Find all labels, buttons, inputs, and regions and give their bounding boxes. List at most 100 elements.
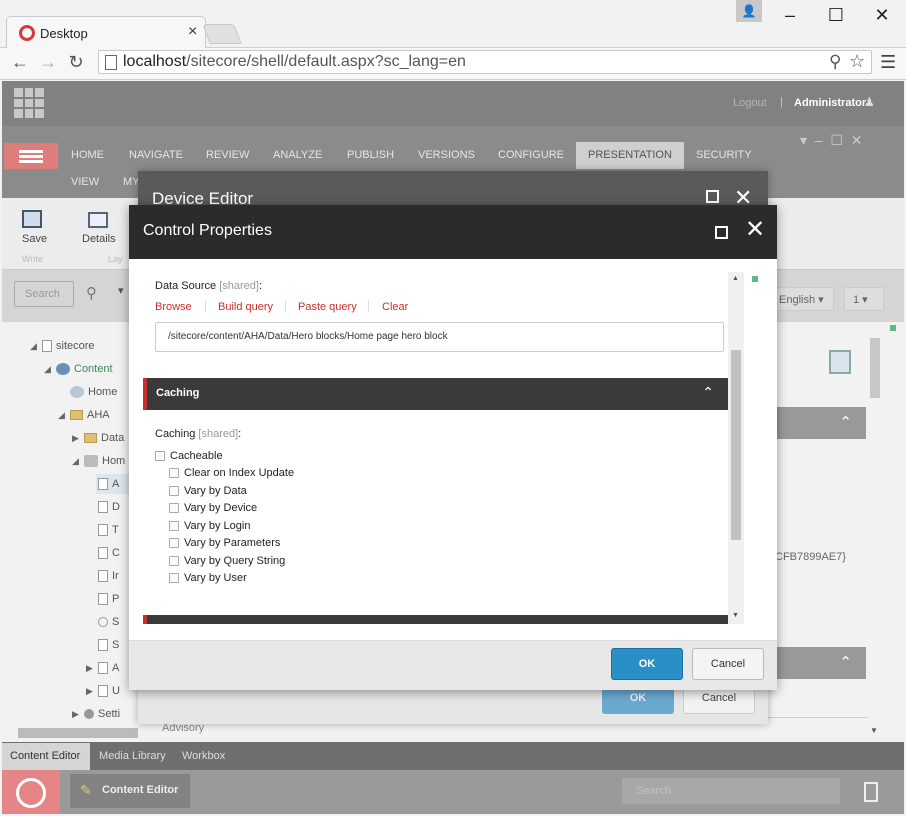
vary-by-login-label[interactable]: Vary by Login — [184, 520, 250, 532]
vary-by-user-checkbox[interactable] — [169, 573, 179, 583]
tree-horizontal-scrollbar[interactable] — [18, 728, 138, 738]
browser-menu-icon[interactable]: ☰ — [880, 52, 896, 73]
chevron-down-icon[interactable]: ▾ — [118, 284, 124, 297]
dialog-scrollbar-thumb[interactable] — [731, 350, 741, 540]
url-text: localhost/sitecore/shell/default.aspx?sc… — [123, 53, 466, 70]
new-tab-button[interactable] — [202, 24, 242, 44]
maximize-icon[interactable] — [715, 226, 728, 239]
tree-item[interactable]: Home — [58, 386, 117, 399]
clear-on-index-update-label[interactable]: Clear on Index Update — [184, 467, 294, 479]
tree-item[interactable]: S — [98, 616, 119, 628]
scroll-down-arrow[interactable]: ▼ — [732, 612, 739, 619]
tree-item[interactable]: ▶ A — [86, 662, 119, 675]
tab-home[interactable]: HOME — [71, 149, 104, 161]
tree-item[interactable]: P — [98, 593, 119, 606]
tab-publish[interactable]: PUBLISH — [347, 149, 394, 161]
tab-review[interactable]: REVIEW — [206, 149, 249, 161]
close-window-button[interactable]: ✕ — [862, 2, 902, 28]
cacheable-label[interactable]: Cacheable — [170, 450, 223, 462]
content-editor-taskbar-button[interactable]: ✎ Content Editor — [70, 774, 190, 808]
vary-by-parameters-checkbox[interactable] — [169, 538, 179, 548]
ok-button[interactable]: OK — [611, 648, 683, 680]
maximize-icon[interactable] — [706, 190, 719, 203]
scroll-up-arrow[interactable]: ▲ — [732, 275, 739, 282]
panel-window-controls[interactable]: ▾ ‒ ☐ ✕ — [800, 132, 862, 149]
next-section-header[interactable] — [143, 615, 728, 624]
tab-versions[interactable]: VERSIONS — [418, 149, 475, 161]
minimize-button[interactable]: – — [770, 2, 810, 28]
search-input[interactable]: Search — [14, 281, 74, 307]
language-select[interactable]: English ▾ — [774, 287, 834, 311]
vary-by-device-checkbox[interactable] — [169, 503, 179, 513]
bookmark-star-icon[interactable]: ☆ — [849, 51, 865, 72]
browse-link[interactable]: Browse — [155, 301, 192, 313]
zoom-icon[interactable]: ⚲ — [829, 52, 841, 72]
tab-presentation[interactable]: PRESENTATION — [576, 142, 684, 169]
tree-item[interactable]: ◢ Content — [44, 363, 113, 376]
tree-item[interactable]: ◢ sitecore — [30, 340, 95, 353]
link-separator — [368, 300, 369, 312]
sitecore-logo-icon[interactable] — [2, 770, 60, 814]
paste-query-link[interactable]: Paste query — [298, 301, 357, 313]
version-select[interactable]: 1 ▾ — [844, 287, 884, 311]
tab-configure[interactable]: CONFIGURE — [498, 149, 564, 161]
caching-section-header[interactable]: Caching ⌃ — [143, 378, 728, 410]
vary-by-parameters-label[interactable]: Vary by Parameters — [184, 537, 280, 549]
cancel-button[interactable]: Cancel — [692, 648, 764, 680]
taskbar-search-input[interactable]: Search — [622, 778, 840, 804]
save-icon[interactable] — [22, 210, 42, 228]
vary-by-device-label[interactable]: Vary by Device — [184, 502, 257, 514]
details-icon[interactable] — [88, 212, 108, 228]
tree-item[interactable]: ▶ Data — [72, 432, 124, 444]
clear-link[interactable]: Clear — [382, 301, 408, 313]
tree-item[interactable]: ◢ Hom — [72, 455, 125, 468]
tab-navigate[interactable]: NAVIGATE — [129, 149, 183, 161]
tree-item[interactable]: ◢ AHA — [58, 409, 110, 421]
save-button-label[interactable]: Save — [22, 233, 47, 245]
reload-icon[interactable]: ↻ — [64, 50, 88, 74]
details-button-label[interactable]: Details — [82, 233, 116, 245]
tree-item[interactable]: S — [98, 639, 119, 652]
editor-vertical-scrollbar[interactable] — [870, 338, 880, 398]
close-icon[interactable]: ✕ — [745, 218, 765, 242]
vary-by-data-checkbox[interactable] — [169, 486, 179, 496]
data-source-input[interactable]: /sitecore/content/AHA/Data/Hero blocks/H… — [155, 322, 724, 352]
vary-by-query-string-checkbox[interactable] — [169, 556, 179, 566]
vary-by-query-string-label[interactable]: Vary by Query String — [184, 555, 285, 567]
tab-close-icon[interactable]: × — [188, 23, 197, 41]
database-icon[interactable] — [864, 782, 878, 802]
tree-item[interactable]: T — [98, 524, 119, 537]
search-icon[interactable]: ⚲ — [86, 284, 97, 302]
launchpad-grid-icon[interactable] — [14, 88, 44, 118]
clear-on-index-update-checkbox[interactable] — [169, 468, 179, 478]
build-query-link[interactable]: Build query — [218, 301, 273, 313]
tab-media-library[interactable]: Media Library — [99, 750, 166, 762]
tree-item[interactable]: D — [98, 501, 120, 514]
tab-content-editor[interactable]: Content Editor — [2, 743, 90, 770]
section-bar[interactable]: ⌃ — [768, 647, 866, 679]
maximize-button[interactable]: ☐ — [816, 2, 856, 28]
hamburger-menu-icon[interactable] — [4, 143, 58, 169]
tree-item[interactable]: ▶ U — [86, 685, 120, 698]
tab-security[interactable]: SECURITY — [696, 149, 752, 161]
section-bar[interactable]: ⌃ — [768, 407, 866, 439]
back-arrow-icon[interactable]: ← — [8, 50, 32, 74]
tab-view[interactable]: VIEW — [71, 176, 99, 188]
browser-profile-icon[interactable]: 👤 — [736, 0, 762, 22]
tree-item[interactable]: Ir — [98, 570, 119, 583]
cacheable-checkbox[interactable] — [155, 451, 165, 461]
logout-link[interactable]: Logout — [733, 97, 767, 109]
vary-by-data-label[interactable]: Vary by Data — [184, 485, 247, 497]
vary-by-user-label[interactable]: Vary by User — [184, 572, 247, 584]
browser-tab-desktop[interactable]: Desktop × — [6, 16, 206, 48]
tree-item[interactable]: ▶ Setti — [72, 708, 120, 720]
tab-analyze[interactable]: ANALYZE — [273, 149, 322, 161]
address-input[interactable]: localhost/sitecore/shell/default.aspx?sc… — [98, 50, 872, 74]
forward-arrow-icon[interactable]: → — [36, 50, 60, 74]
user-name[interactable]: Administrator — [794, 97, 866, 109]
scroll-down-arrow[interactable]: ▼ — [870, 726, 878, 735]
tree-item[interactable]: C — [98, 547, 120, 560]
tab-workbox[interactable]: Workbox — [182, 750, 225, 762]
section-accent — [143, 615, 147, 624]
vary-by-login-checkbox[interactable] — [169, 521, 179, 531]
